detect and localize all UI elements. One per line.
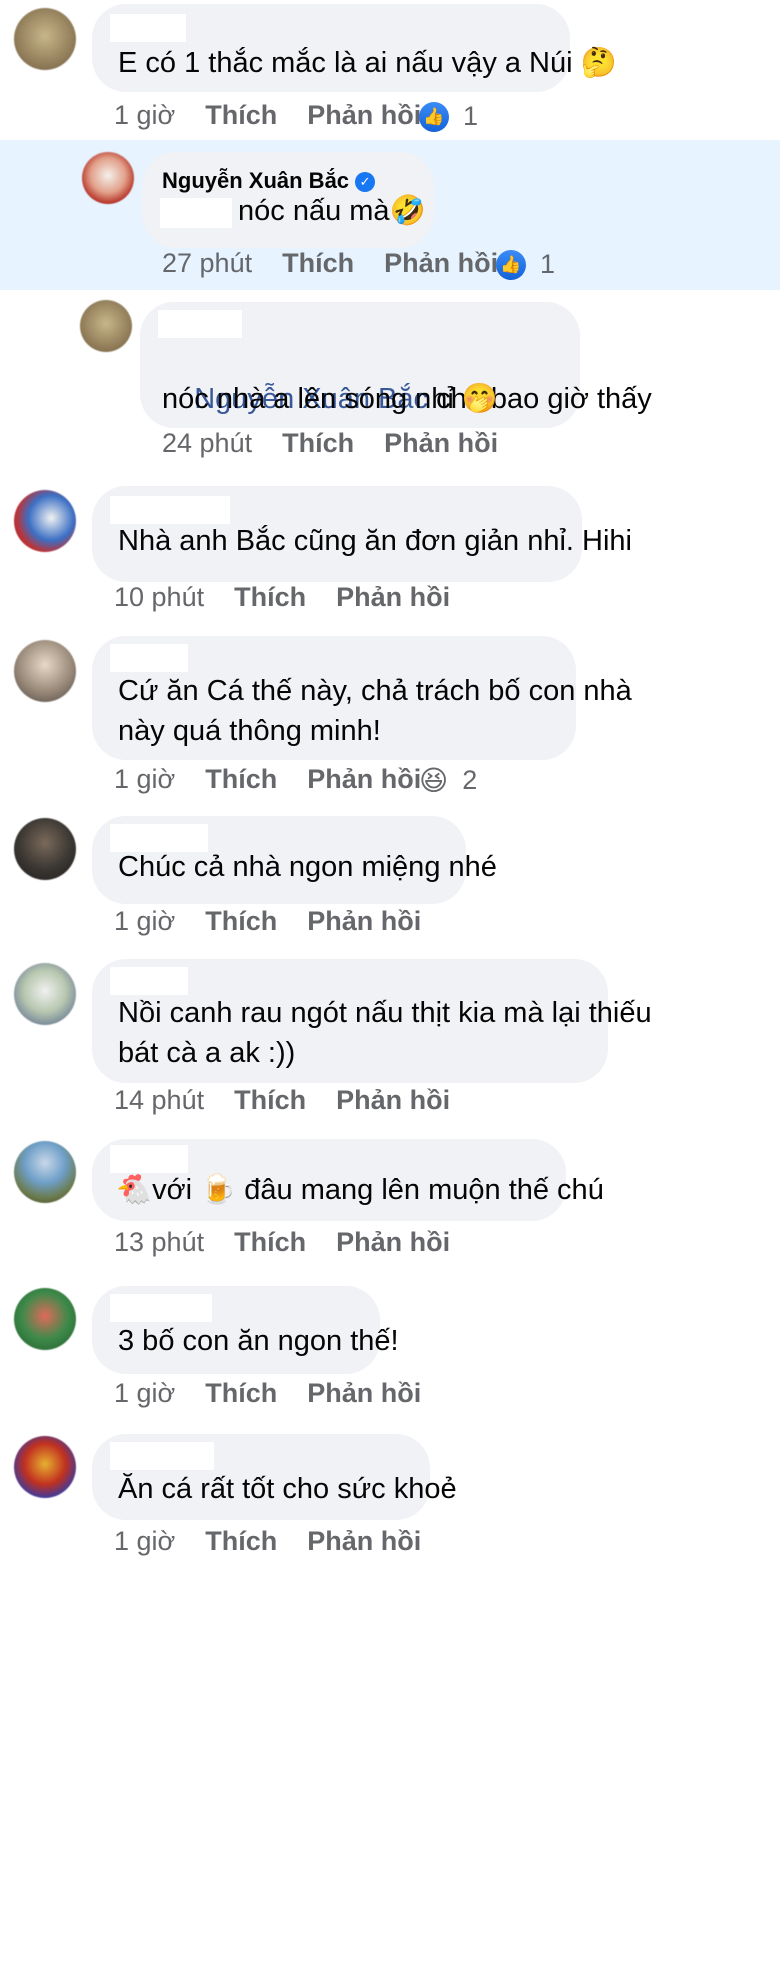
comment-meta: 10 phút Thích Phản hồi <box>114 582 450 613</box>
like-button[interactable]: Thích <box>205 1378 277 1408</box>
reply-button[interactable]: Phản hồi <box>384 428 498 458</box>
comment-text-line2: bát cà a ak :)) <box>118 1037 296 1069</box>
like-button[interactable]: Thích <box>205 100 277 130</box>
comment-time[interactable]: 27 phút <box>162 248 252 278</box>
comment-text-line2: này quá thông minh! <box>118 715 381 747</box>
redacted-name <box>158 310 242 338</box>
like-button[interactable]: Thích <box>205 1526 277 1556</box>
verified-badge-icon: ✓ <box>355 172 376 192</box>
reply-button[interactable]: Phản hồi <box>336 1085 450 1115</box>
comment-meta: 1 giờ Thích Phản hồi <box>114 1526 421 1557</box>
comment-time[interactable]: 24 phút <box>162 428 252 458</box>
comment-time[interactable]: 10 phút <box>114 582 204 612</box>
avatar[interactable] <box>14 640 76 702</box>
like-button[interactable]: Thích <box>282 428 354 458</box>
avatar[interactable] <box>14 490 76 552</box>
comment-time[interactable]: 1 giờ <box>114 100 175 130</box>
like-button[interactable]: Thích <box>234 1227 306 1257</box>
comment-text: Chúc cả nhà ngon miệng nhé <box>118 851 497 883</box>
haha-icon: 😆 <box>419 764 449 796</box>
comment-time[interactable]: 13 phút <box>114 1227 204 1257</box>
comment-4: Nhà anh Bắc cũng ăn đơn giản nhỉ. Hihi 1… <box>0 480 780 630</box>
comment-time[interactable]: 1 giờ <box>114 764 175 794</box>
comment-text: E có 1 thắc mắc là ai nấu vậy a Núi 🤔 <box>118 47 617 79</box>
comment-text: Ăn cá rất tốt cho sức khoẻ <box>118 1473 457 1505</box>
redacted-name <box>160 198 232 228</box>
reaction-count: 2 <box>462 765 478 795</box>
avatar[interactable] <box>14 818 76 880</box>
reply-button[interactable]: Phản hồi <box>336 1227 450 1257</box>
reply-button[interactable]: Phản hồi <box>336 582 450 612</box>
reply-button[interactable]: Phản hồi <box>384 248 498 278</box>
avatar[interactable] <box>14 8 76 70</box>
reply-button[interactable]: Phản hồi <box>307 1526 421 1556</box>
reply-button[interactable]: Phản hồi <box>307 906 421 936</box>
comment-2-highlighted: Nguyễn Xuân Bắc ✓ nóc nấu mà🤣 27 phút Thíc… <box>0 140 780 290</box>
redacted-name <box>110 14 186 42</box>
comment-1: E có 1 thắc mắc là ai nấu vậy a Núi 🤔 1 … <box>0 0 780 140</box>
redacted-name <box>110 967 188 995</box>
avatar[interactable] <box>14 1141 76 1203</box>
reaction-count: 1 <box>463 101 479 131</box>
comment-text: nóc nấu mà🤣 <box>238 195 426 227</box>
comment-9: 3 bố con ăn ngon thế! 1 giờ Thích Phản hồi <box>0 1280 780 1430</box>
comment-time[interactable]: 1 giờ <box>114 906 175 936</box>
like-icon: 👍 <box>496 249 526 280</box>
comment-5: Cứ ăn Cá thế này, chả trách bố con nhà n… <box>0 630 780 810</box>
comment-time[interactable]: 14 phút <box>114 1085 204 1115</box>
redacted-name <box>110 644 188 672</box>
comment-meta: 1 giờ Thích Phản hồi <box>114 764 421 795</box>
comment-text-line2: nóc nhà a lên sóng nhỉ 🤭 <box>162 383 499 415</box>
reply-button[interactable]: Phản hồi <box>307 100 421 130</box>
redacted-name <box>110 1442 214 1470</box>
redacted-name <box>110 1294 212 1322</box>
avatar[interactable] <box>14 1288 76 1350</box>
like-button[interactable]: Thích <box>234 582 306 612</box>
avatar[interactable] <box>80 300 132 352</box>
comment-7: Nồi canh rau ngót nấu thịt kia mà lại th… <box>0 955 780 1135</box>
comment-6: Chúc cả nhà ngon miệng nhé 1 giờ Thích Phả… <box>0 810 780 960</box>
reaction-summary[interactable]: 👍 1 <box>419 101 478 132</box>
comment-meta: 27 phút Thích Phản hồi <box>162 248 498 279</box>
comment-time[interactable]: 1 giờ <box>114 1378 175 1408</box>
comment-meta: 1 giờ Thích Phản hồi <box>114 1378 421 1409</box>
comment-meta: 1 giờ Thích Phản hồi <box>114 100 421 131</box>
like-icon: 👍 <box>419 101 449 132</box>
avatar[interactable] <box>14 1436 76 1498</box>
like-button[interactable]: Thích <box>234 1085 306 1115</box>
comment-text: 🐔với 🍺 đâu mang lên muộn thế chú <box>116 1174 604 1206</box>
avatar[interactable] <box>14 963 76 1025</box>
comment-text: Nhà anh Bắc cũng ăn đơn giản nhỉ. Hihi <box>118 525 632 557</box>
comment-text: Nồi canh rau ngót nấu thịt kia mà lại th… <box>118 997 652 1029</box>
avatar[interactable] <box>82 152 134 204</box>
comment-meta: 14 phút Thích Phản hồi <box>114 1085 450 1116</box>
reaction-count: 1 <box>540 249 556 279</box>
comment-meta: 1 giờ Thích Phản hồi <box>114 906 421 937</box>
comment-meta: 24 phút Thích Phản hồi <box>162 428 498 459</box>
comment-3: Nguyễn Xuân Bắc chả bao giờ thấy nóc nhà… <box>0 290 780 480</box>
comment-text: Cứ ăn Cá thế này, chả trách bố con nhà <box>118 675 632 707</box>
comment-meta: 13 phút Thích Phản hồi <box>114 1227 450 1258</box>
like-button[interactable]: Thích <box>282 248 354 278</box>
reply-button[interactable]: Phản hồi <box>307 1378 421 1408</box>
like-button[interactable]: Thích <box>205 764 277 794</box>
like-button[interactable]: Thích <box>205 906 277 936</box>
comment-10: Ăn cá rất tốt cho sức khoẻ 1 giờ Thích Phả… <box>0 1430 780 1590</box>
reply-button[interactable]: Phản hồi <box>307 764 421 794</box>
comment-time[interactable]: 1 giờ <box>114 1526 175 1556</box>
reaction-summary[interactable]: 👍 1 <box>496 249 555 280</box>
comment-text: 3 bố con ăn ngon thế! <box>118 1325 399 1357</box>
reaction-summary[interactable]: 😆 2 <box>419 765 477 796</box>
comment-8: 🐔với 🍺 đâu mang lên muộn thế chú 13 phút… <box>0 1135 780 1285</box>
